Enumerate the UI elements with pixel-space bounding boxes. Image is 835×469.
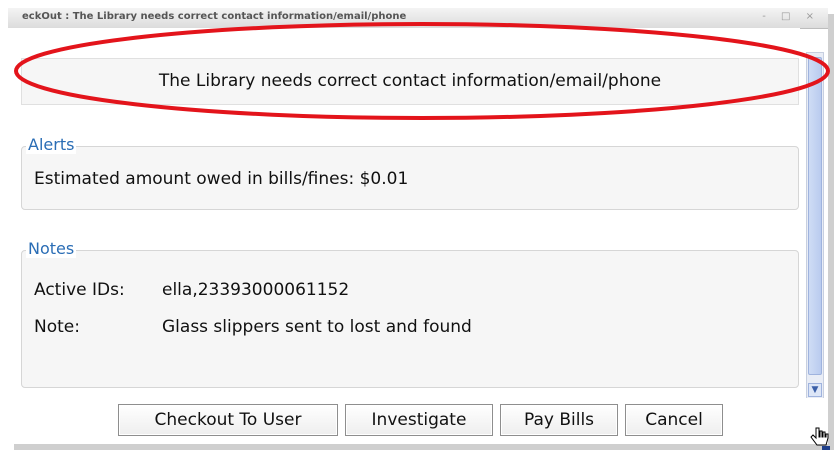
- checkout-to-user-button[interactable]: Checkout To User: [118, 404, 338, 436]
- checkout-dialog: eckOut : The Library needs correct conta…: [8, 8, 828, 444]
- button-bar: Checkout To User Investigate Pay Bills C…: [8, 398, 828, 444]
- notes-group: Notes Active IDs: ella,23393000061152 No…: [21, 239, 799, 388]
- investigate-button[interactable]: Investigate: [345, 404, 493, 436]
- window-controls[interactable]: - □ ×: [762, 11, 820, 22]
- contact-warning-box: The Library needs correct contact inform…: [21, 58, 799, 105]
- alerts-legend: Alerts: [26, 135, 77, 154]
- scroll-thumb[interactable]: [808, 57, 822, 375]
- note-label-active-ids: Active IDs:: [34, 280, 125, 300]
- alerts-group: Alerts Estimated amount owed in bills/fi…: [21, 135, 799, 210]
- note-label-note: Note:: [34, 317, 80, 337]
- cancel-button[interactable]: Cancel: [625, 404, 723, 436]
- dialog-content: The Library needs correct contact inform…: [8, 28, 800, 392]
- chevron-down-icon[interactable]: ▼: [808, 383, 822, 397]
- note-value-active-ids: ella,23393000061152: [162, 280, 350, 300]
- window-title: eckOut : The Library needs correct conta…: [22, 11, 407, 22]
- hand-cursor-icon: [810, 427, 830, 450]
- contact-warning-text: The Library needs correct contact inform…: [158, 71, 662, 91]
- alert-text: Estimated amount owed in bills/fines: $0…: [34, 169, 409, 189]
- title-bar[interactable]: eckOut : The Library needs correct conta…: [8, 8, 828, 29]
- pay-bills-button[interactable]: Pay Bills: [500, 404, 618, 436]
- note-value-note: Glass slippers sent to lost and found: [162, 317, 472, 337]
- notes-legend: Notes: [26, 239, 77, 258]
- vertical-scrollbar[interactable]: ▼: [806, 52, 824, 400]
